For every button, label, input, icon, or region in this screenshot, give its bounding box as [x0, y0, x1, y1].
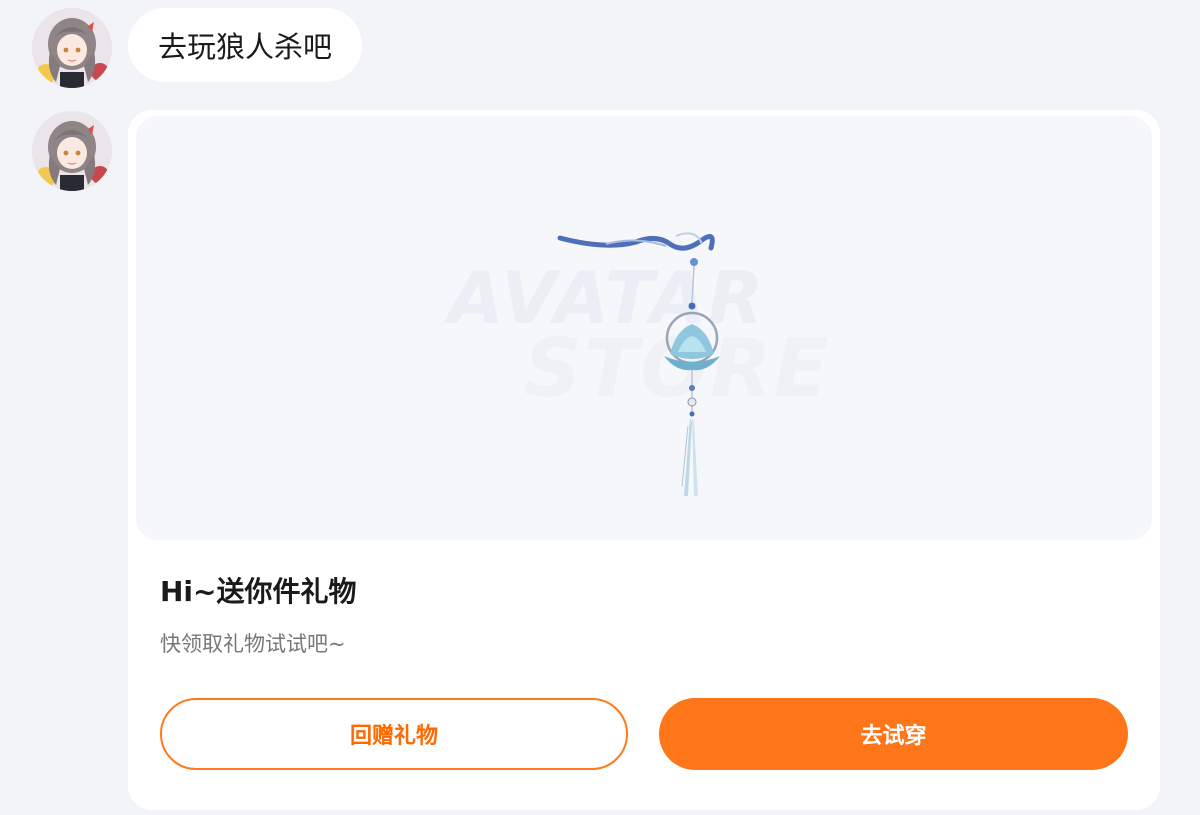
gift-title: Hi~送你件礼物	[160, 575, 357, 608]
sender-avatar[interactable]	[32, 8, 112, 88]
gift-subtitle: 快领取礼物试试吧~	[160, 632, 346, 656]
chat-view: 去玩狼人杀吧 AVATAR STORE Hi~送你件礼物 快领取礼物试试吧~ 回…	[0, 0, 1200, 815]
return-gift-button[interactable]: 回赠礼物	[160, 698, 628, 770]
message-bubble[interactable]: 去玩狼人杀吧	[128, 8, 363, 82]
try-on-button[interactable]: 去试穿	[659, 698, 1128, 770]
gift-card[interactable]: AVATAR STORE Hi~送你件礼物 快领取礼物试试吧~ 回赠礼物 去试穿	[128, 110, 1160, 810]
avatar-illustration	[32, 111, 112, 191]
sender-avatar[interactable]	[32, 111, 112, 191]
gift-item-preview[interactable]: AVATAR STORE	[136, 116, 1152, 540]
tassel-pendant-image	[557, 232, 720, 496]
avatar-illustration	[32, 8, 112, 88]
message-text: 去玩狼人杀吧	[158, 30, 333, 64]
